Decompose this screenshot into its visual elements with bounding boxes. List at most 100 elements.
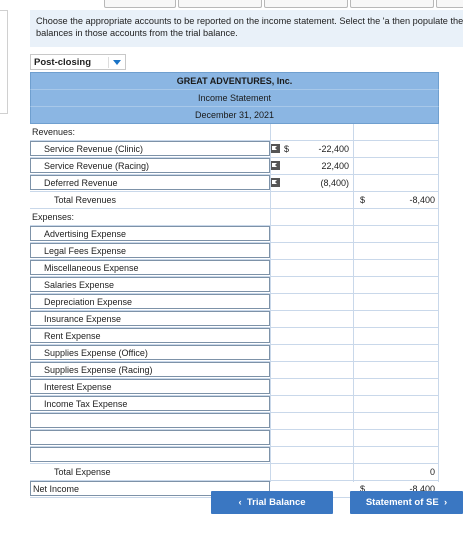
instructions-text: Choose the appropriate accounts to be re… xyxy=(36,16,463,38)
flag-icon[interactable] xyxy=(270,178,280,187)
account-select[interactable]: Rent Expense xyxy=(30,328,270,343)
amount-column-2 xyxy=(353,294,439,310)
table-row: Expenses: xyxy=(30,209,439,226)
table-row: Supplies Expense (Racing) xyxy=(30,362,439,379)
trial-balance-button[interactable]: ‹ Trial Balance xyxy=(211,491,333,514)
table-row: Miscellaneous Expense xyxy=(30,260,439,277)
statement-type-dropdown[interactable]: Post-closing xyxy=(30,54,126,70)
tab-more[interactable] xyxy=(436,0,463,8)
statement-date: December 31, 2021 xyxy=(30,106,439,124)
amount-column-1[interactable] xyxy=(271,396,353,412)
total-value: -8,400 xyxy=(409,195,435,205)
amount-column-2 xyxy=(353,379,439,395)
table-row: Rent Expense xyxy=(30,328,439,345)
prev-button-label: Trial Balance xyxy=(246,497,306,508)
tab-trial-balance[interactable] xyxy=(264,0,348,8)
amount-value: (8,400) xyxy=(320,178,349,188)
account-select[interactable] xyxy=(30,430,270,445)
account-select[interactable]: Advertising Expense xyxy=(30,226,270,241)
table-row xyxy=(30,447,439,464)
column-divider-3 xyxy=(438,124,439,482)
amount-column-1 xyxy=(271,209,353,225)
dollar-sign: $ xyxy=(284,144,290,154)
amount-column-2 xyxy=(353,345,439,361)
amount-column-1[interactable]: $ -22,400 xyxy=(270,141,353,157)
top-tab-strip xyxy=(24,0,463,8)
amount-column-2 xyxy=(353,447,439,463)
dropdown-separator xyxy=(108,57,109,68)
amount-column-2 xyxy=(353,362,439,378)
dropdown-value: Post-closing xyxy=(34,57,92,68)
account-select[interactable] xyxy=(30,413,270,428)
table-row: Total Revenues $ -8,400 xyxy=(30,192,439,209)
table-row: Advertising Expense xyxy=(30,226,439,243)
amount-column-2 xyxy=(353,209,439,225)
row-label: Total Revenues xyxy=(54,195,117,205)
account-select[interactable]: Interest Expense xyxy=(30,379,270,394)
account-select[interactable]: Income Tax Expense xyxy=(30,396,270,411)
flag-icon[interactable] xyxy=(270,161,280,170)
amount-column-2 xyxy=(353,328,439,344)
account-select[interactable]: Supplies Expense (Racing) xyxy=(30,362,270,377)
amount-column-1[interactable] xyxy=(271,362,353,378)
amount-column-2 xyxy=(353,413,439,429)
amount-column-1[interactable] xyxy=(271,345,353,361)
tab-ledger[interactable] xyxy=(178,0,262,8)
amount-column-2 xyxy=(353,124,439,140)
amount-column-1[interactable] xyxy=(271,413,353,429)
account-select[interactable]: Salaries Expense xyxy=(30,277,270,292)
account-select[interactable]: Deferred Revenue xyxy=(30,175,270,190)
table-row: Legal Fees Expense xyxy=(30,243,439,260)
amount-column-1[interactable] xyxy=(271,379,353,395)
instructions-box: Choose the appropriate accounts to be re… xyxy=(30,10,463,47)
row-label: Expenses: xyxy=(32,212,75,222)
tab-journal[interactable] xyxy=(104,0,176,8)
amount-column-1[interactable] xyxy=(271,226,353,242)
amount-column-1 xyxy=(271,464,353,480)
amount-column-1 xyxy=(271,124,353,140)
account-select[interactable]: Legal Fees Expense xyxy=(30,243,270,258)
flag-icon[interactable] xyxy=(270,144,280,153)
amount-column-2 xyxy=(353,260,439,276)
amount-value: -22,400 xyxy=(318,144,349,154)
amount-column-1[interactable] xyxy=(271,311,353,327)
account-select[interactable]: Service Revenue (Racing) xyxy=(30,158,270,173)
table-row: Interest Expense xyxy=(30,379,439,396)
amount-column-1[interactable] xyxy=(271,294,353,310)
account-select[interactable]: Insurance Expense xyxy=(30,311,270,326)
table-row: Depreciation Expense xyxy=(30,294,439,311)
table-row xyxy=(30,430,439,447)
amount-column-2[interactable]: $ -8,400 xyxy=(353,192,439,208)
table-row xyxy=(30,413,439,430)
amount-column-1[interactable] xyxy=(271,277,353,293)
company-name: GREAT ADVENTURES, Inc. xyxy=(30,72,439,89)
table-row: Insurance Expense xyxy=(30,311,439,328)
amount-column-2 xyxy=(353,396,439,412)
amount-column-1[interactable] xyxy=(271,260,353,276)
statement-title: Income Statement xyxy=(30,89,439,106)
amount-column-2[interactable]: 0 xyxy=(353,464,439,480)
tab-income-statement[interactable] xyxy=(350,0,434,8)
account-select[interactable]: Service Revenue (Clinic) xyxy=(30,141,270,156)
statement-of-se-button[interactable]: Statement of SE › xyxy=(350,491,463,514)
table-row: Supplies Expense (Office) xyxy=(30,345,439,362)
account-select[interactable]: Supplies Expense (Office) xyxy=(30,345,270,360)
amount-column-1[interactable]: (8,400) xyxy=(270,175,353,191)
table-row: Deferred Revenue (8,400) xyxy=(30,175,439,192)
table-row: Salaries Expense xyxy=(30,277,439,294)
amount-column-1[interactable] xyxy=(271,243,353,259)
amount-column-1[interactable] xyxy=(271,328,353,344)
next-button-label: Statement of SE xyxy=(365,497,439,508)
amount-value: 22,400 xyxy=(321,161,349,171)
amount-column-2 xyxy=(353,243,439,259)
amount-column-2 xyxy=(353,311,439,327)
account-select[interactable]: Miscellaneous Expense xyxy=(30,260,270,275)
table-row: Service Revenue (Clinic) $ -22,400 xyxy=(30,141,439,158)
amount-column-2 xyxy=(353,158,439,174)
account-select[interactable]: Depreciation Expense xyxy=(30,294,270,309)
account-select[interactable] xyxy=(30,447,270,462)
column-divider-1 xyxy=(270,124,271,482)
amount-column-1[interactable] xyxy=(271,430,353,446)
amount-column-1[interactable] xyxy=(271,447,353,463)
amount-column-1[interactable]: 22,400 xyxy=(270,158,353,174)
